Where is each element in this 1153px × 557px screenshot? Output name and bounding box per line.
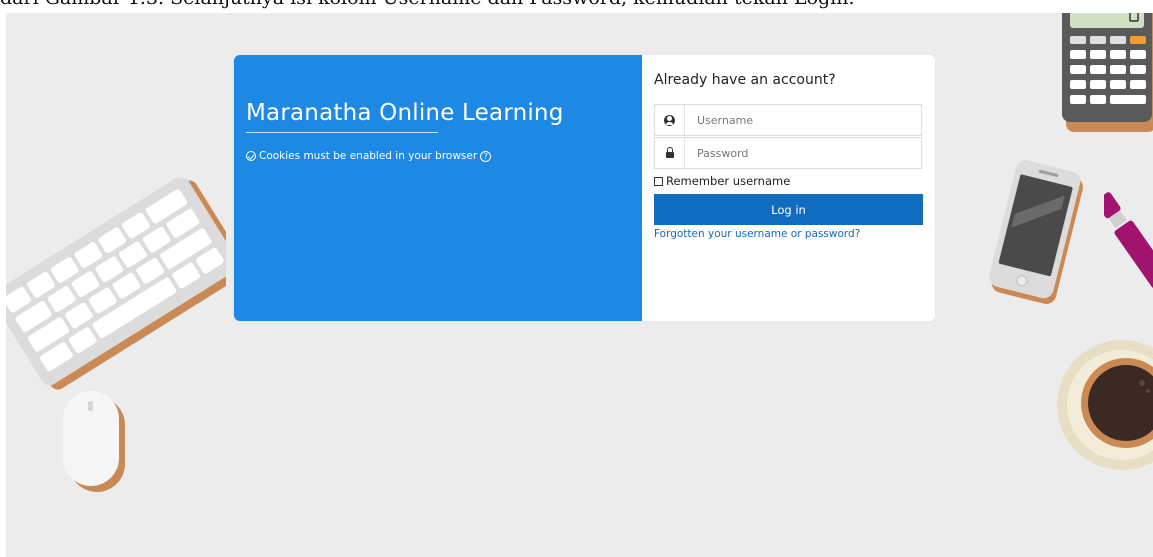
remember-username-row[interactable]: Remember username <box>654 174 790 188</box>
coffee-cup-illustration <box>1057 340 1153 470</box>
remember-username-label: Remember username <box>666 174 791 188</box>
question-circle-icon[interactable]: ? <box>480 150 492 162</box>
password-field <box>654 137 922 169</box>
login-form-panel: Already have an account? Remember userna… <box>642 55 935 321</box>
username-input[interactable] <box>685 112 899 128</box>
username-field <box>654 104 922 136</box>
document-caption: dari Gambar 1.3. Selanjutnya isi kolom U… <box>0 0 1153 13</box>
check-circle-icon <box>246 151 256 161</box>
site-name-underline <box>246 132 438 133</box>
password-input[interactable] <box>685 145 899 161</box>
login-page-background: Maranatha Online Learning Cookies must b… <box>6 13 1153 557</box>
user-circle-icon <box>664 114 675 126</box>
password-icon-cell <box>655 138 685 168</box>
login-button[interactable]: Log in <box>654 194 923 225</box>
login-card: Maranatha Online Learning Cookies must b… <box>234 55 935 321</box>
phone-illustration <box>989 160 1083 304</box>
username-icon-cell <box>655 105 685 135</box>
login-heading: Already have an account? <box>654 72 836 88</box>
site-name-heading: Maranatha Online Learning <box>246 100 564 126</box>
keyboard-illustration <box>6 178 226 390</box>
lock-icon <box>665 147 674 158</box>
remember-username-checkbox[interactable] <box>654 176 663 186</box>
forgot-password-link[interactable]: Forgotten your username or password? <box>654 228 860 240</box>
mouse-illustration <box>63 391 125 492</box>
branding-panel: Maranatha Online Learning Cookies must b… <box>234 55 642 321</box>
cookies-notice-text: Cookies must be enabled in your browser <box>259 150 478 162</box>
usb-drive-illustration <box>1104 192 1153 289</box>
calculator-illustration <box>1062 13 1153 132</box>
cookies-notice: Cookies must be enabled in your browser … <box>246 150 492 162</box>
